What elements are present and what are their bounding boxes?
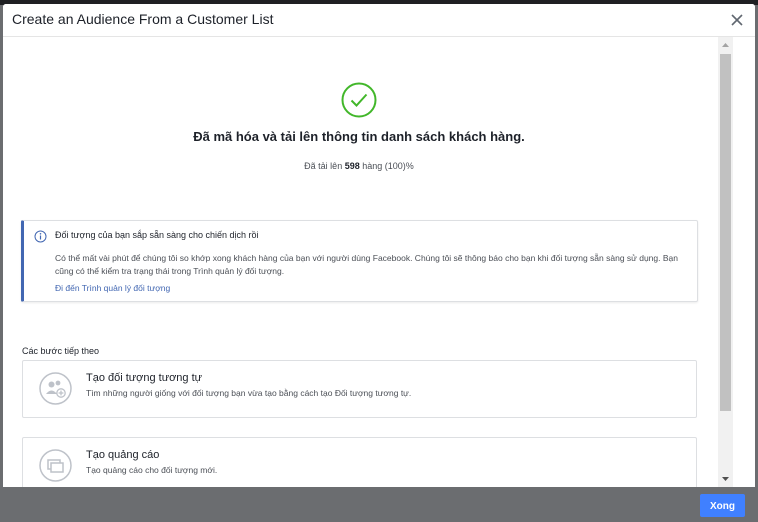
- vertical-scrollbar[interactable]: [718, 37, 733, 487]
- next-steps-label: Các bước tiếp theo: [22, 346, 99, 356]
- done-button[interactable]: Xong: [700, 494, 745, 517]
- card-description: Tạo quảng cáo cho đối tượng mới.: [86, 465, 218, 475]
- close-button[interactable]: [727, 10, 747, 30]
- scroll-down-arrow-icon[interactable]: [718, 470, 733, 487]
- upload-count: Đã tải lên 598 hàng (100)%: [3, 161, 715, 171]
- success-title: Đã mã hóa và tải lên thông tin danh sách…: [193, 129, 525, 144]
- upload-count-prefix: Đã tải lên: [304, 161, 343, 171]
- create-lookalike-card[interactable]: Tạo đối tượng tương tự Tìm những người g…: [22, 360, 697, 418]
- upload-count-suffix: hàng (100)%: [362, 161, 414, 171]
- scroll-up-arrow-icon[interactable]: [718, 37, 733, 54]
- create-ad-card[interactable]: Tạo quảng cáo Tạo quảng cáo cho đối tượn…: [22, 437, 697, 487]
- close-icon: [731, 14, 743, 26]
- audience-manager-link[interactable]: Đi đến Trình quản lý đối tượng: [55, 283, 170, 293]
- create-ad-icon: [39, 449, 72, 482]
- info-title: Đối tượng của bạn sắp sẵn sàng cho chiến…: [55, 230, 259, 240]
- success-check-icon: [341, 82, 377, 123]
- upload-count-value: 598: [344, 161, 360, 171]
- lookalike-audience-icon: [39, 372, 72, 405]
- modal-title: Create an Audience From a Customer List: [12, 11, 274, 27]
- modal-body: Đã mã hóa và tải lên thông tin danh sách…: [3, 37, 755, 487]
- card-title: Tạo đối tượng tương tự: [86, 372, 203, 384]
- info-notice: Đối tượng của bạn sắp sẵn sàng cho chiến…: [21, 220, 698, 302]
- info-body: Có thể mất vài phút để chúng tôi so khớp…: [55, 253, 678, 276]
- modal-header: Create an Audience From a Customer List: [3, 4, 755, 37]
- scrollbar-thumb[interactable]: [720, 54, 731, 411]
- create-audience-modal: Create an Audience From a Customer List …: [3, 4, 755, 487]
- info-icon: [34, 230, 47, 248]
- card-description: Tìm những người giống với đối tượng bạn …: [86, 388, 412, 398]
- card-title: Tạo quảng cáo: [86, 449, 160, 461]
